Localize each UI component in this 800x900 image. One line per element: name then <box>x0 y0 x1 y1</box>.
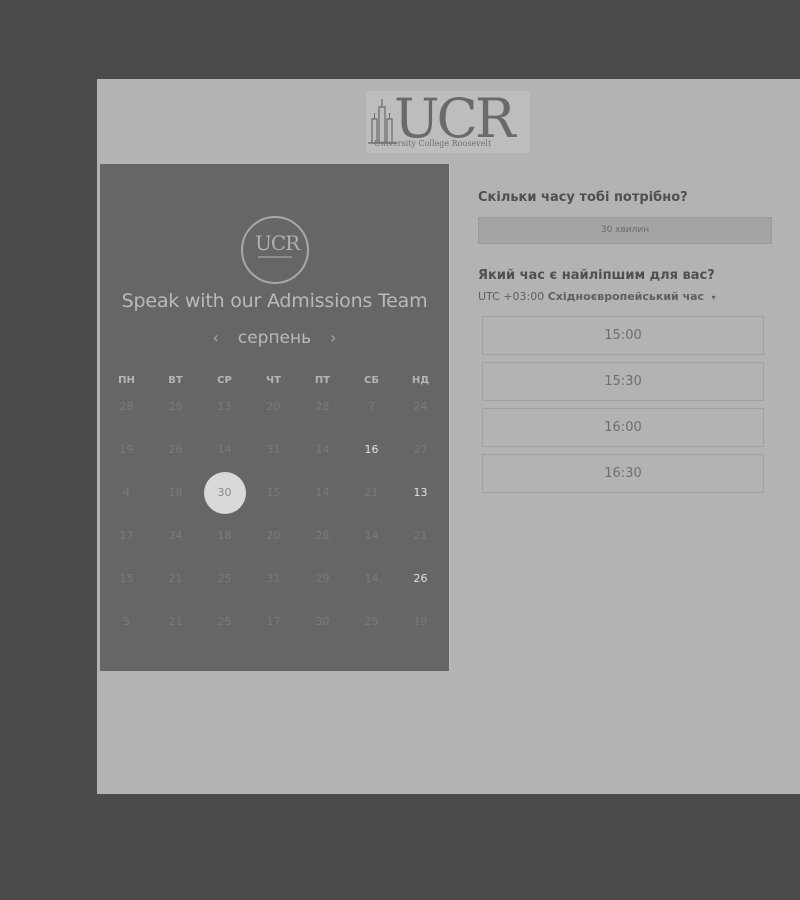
circle-logo: UCR <box>241 216 309 284</box>
calendar-day: 14 <box>364 529 379 542</box>
weekday-label: НД <box>411 375 430 386</box>
time-question: Який час є найліпшим для вас? <box>478 268 715 283</box>
timezone-name: Східноєвропейський час <box>547 290 705 303</box>
calendar-day: 24 <box>168 529 183 542</box>
calendar-day: 15 <box>266 486 281 499</box>
options-panel: Скільки часу тобі потрібно? 30 хвилин Як… <box>449 164 798 671</box>
calendar-day: 28 <box>168 400 183 413</box>
chevron-down-icon: ▾ <box>711 293 716 302</box>
calendar-day: 17 <box>266 615 281 628</box>
calendar-day: 25 <box>364 615 379 628</box>
calendar-day: 15 <box>119 572 134 585</box>
calendar-day: 19 <box>413 615 428 628</box>
time-slot-button[interactable]: 15:00 <box>482 316 764 355</box>
calendar-day-available[interactable]: 16 <box>351 432 393 468</box>
calendar-day: 4 <box>123 486 130 499</box>
calendar-day: 31 <box>266 572 281 585</box>
calendar-day: 21 <box>413 529 428 542</box>
calendar-day: 28 <box>315 400 330 413</box>
timezone-offset: UTC +03:00 <box>478 290 545 303</box>
duration-question: Скільки часу тобі потрібно? <box>478 190 688 205</box>
weekday-header: ПН ВТ СР ЧТ ПТ СБ НД <box>100 375 449 389</box>
duration-select[interactable]: 30 хвилин <box>478 217 772 244</box>
ucr-logo: UCR University College Roosevelt <box>366 87 530 153</box>
calendar-day: 18 <box>168 486 183 499</box>
calendar-day: 30 <box>315 615 330 628</box>
timezone-selector[interactable]: UTC +03:00 Східноєвропейський час ▾ <box>478 290 716 303</box>
weekday-label: СБ <box>364 375 379 386</box>
circle-logo-text: UCR <box>255 231 300 255</box>
calendar-day: 14 <box>364 572 379 585</box>
calendar-day-available[interactable]: 13 <box>400 475 442 511</box>
month-navigation: ‹ серпень › <box>100 328 449 352</box>
calendar-day: 21 <box>168 615 183 628</box>
calendar-day: 20 <box>266 529 281 542</box>
calendar-day: 31 <box>266 443 281 456</box>
calendar-day-available[interactable]: 26 <box>400 561 442 597</box>
logo-subtitle: University College Roosevelt <box>374 139 492 148</box>
calendar-day: 24 <box>413 400 428 413</box>
calendar-day: 5 <box>123 615 130 628</box>
calendar-panel: UCR Speak with our Admissions Team ‹ сер… <box>100 164 449 671</box>
weekday-label: ПТ <box>314 375 331 386</box>
time-slot-button[interactable]: 16:00 <box>482 408 764 447</box>
weekday-label: ПН <box>118 375 135 386</box>
calendar-day: 28 <box>315 529 330 542</box>
calendar-day: 21 <box>364 486 379 499</box>
calendar-day: 17 <box>119 529 134 542</box>
weekday-label: ЧТ <box>266 375 281 386</box>
booking-page: UCR University College Roosevelt UCR Spe… <box>97 79 800 794</box>
calendar-day: 21 <box>168 572 183 585</box>
scheduler-widget: UCR Speak with our Admissions Team ‹ сер… <box>100 164 798 671</box>
calendar-day: 14 <box>217 443 232 456</box>
calendar-day: 25 <box>217 615 232 628</box>
calendar-day: 13 <box>217 400 232 413</box>
calendar-day: 14 <box>315 443 330 456</box>
calendar-day: 25 <box>217 572 232 585</box>
weekday-label: ВТ <box>168 375 183 386</box>
calendar-day: 18 <box>217 529 232 542</box>
prev-month-icon[interactable]: ‹ <box>207 328 225 347</box>
panel-headline: Speak with our Admissions Team <box>121 290 428 312</box>
next-month-icon[interactable]: › <box>324 328 342 347</box>
weekday-label: СР <box>217 375 232 386</box>
calendar-day: 28 <box>119 400 134 413</box>
month-label: серпень <box>237 328 312 348</box>
calendar-day: 27 <box>413 443 428 456</box>
calendar-day: 26 <box>168 443 183 456</box>
time-slot-button[interactable]: 15:30 <box>482 362 764 401</box>
time-slot-button[interactable]: 16:30 <box>482 454 764 493</box>
calendar-day: 29 <box>315 572 330 585</box>
calendar-day: 14 <box>315 486 330 499</box>
calendar-day: 19 <box>119 443 134 456</box>
calendar-day-selected[interactable]: 30 <box>203 472 246 514</box>
calendar-day: 20 <box>266 400 281 413</box>
calendar-day: 7 <box>368 400 375 413</box>
